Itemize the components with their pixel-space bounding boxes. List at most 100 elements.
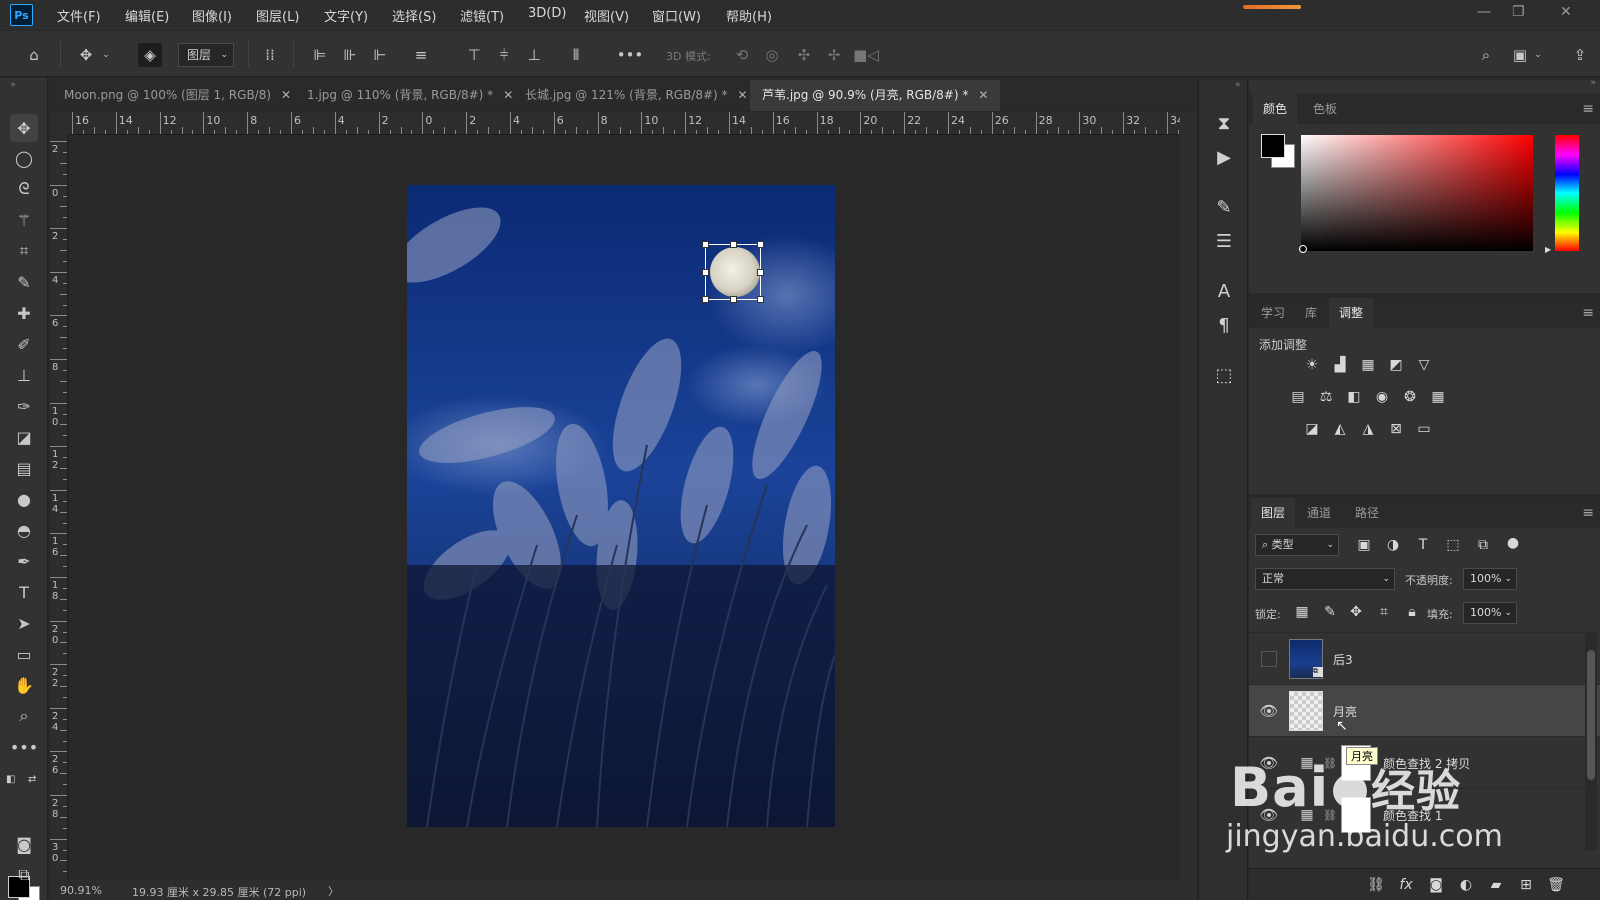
document-image[interactable] <box>387 185 867 828</box>
color-picker-cursor[interactable] <box>1299 245 1307 253</box>
brush-settings-icon[interactable]: ✎ <box>1211 194 1237 220</box>
filter-type-icon[interactable]: T <box>1412 534 1434 556</box>
layer-filter-dropdown[interactable]: ⌕ 类型 ⌄ <box>1255 534 1339 556</box>
transform-bounding-box[interactable] <box>702 241 764 303</box>
tab-learn[interactable]: 学习 <box>1251 298 1295 328</box>
history-icon[interactable]: ⧗ <box>1211 110 1237 136</box>
filter-toggle-icon[interactable]: ● <box>1502 532 1524 554</box>
lock-artboard-icon[interactable]: ⌗ <box>1373 601 1395 623</box>
auto-select-icon[interactable]: ◈ <box>138 43 162 67</box>
pen-tool-icon[interactable]: ✒ <box>10 547 38 575</box>
align-bottom-icon[interactable]: ⊥ <box>522 43 546 67</box>
menu-image[interactable]: 图像(I) <box>192 6 232 25</box>
lasso-tool-icon[interactable]: ᘓ <box>10 175 38 203</box>
posterize-icon[interactable]: ◭ <box>1329 418 1351 440</box>
close-window-icon[interactable]: ✕ <box>1560 4 1572 20</box>
filter-smart-object-icon[interactable]: ⧉ <box>1472 534 1494 556</box>
3d-pan-icon[interactable]: ✣ <box>792 43 816 67</box>
stamp-tool-icon[interactable]: ⊥ <box>10 361 38 389</box>
filter-pixel-icon[interactable]: ▣ <box>1353 534 1375 556</box>
transform-controls-icon[interactable]: ⁞⁞ <box>258 43 282 67</box>
add-mask-icon[interactable]: ◙ <box>1425 874 1447 896</box>
transform-handle[interactable] <box>730 241 737 248</box>
close-tab-icon[interactable]: ✕ <box>978 88 988 102</box>
hue-slider[interactable] <box>1555 135 1579 251</box>
lock-position-icon[interactable]: ✥ <box>1345 601 1367 623</box>
layer-name[interactable]: 后3 <box>1333 651 1353 668</box>
share-icon[interactable]: ⇪ <box>1568 43 1592 67</box>
collapse-icon[interactable]: » <box>1590 78 1596 88</box>
blend-mode-dropdown[interactable]: 正常 ⌄ <box>1255 568 1395 590</box>
crop-tool-icon[interactable]: ⌗ <box>10 237 38 265</box>
transform-handle[interactable] <box>757 269 764 276</box>
search-icon[interactable]: ⌕ <box>1474 43 1498 67</box>
3d-panel-icon[interactable]: ⬚ <box>1211 362 1237 388</box>
chevron-down-icon[interactable]: ⌄ <box>100 43 112 67</box>
dodge-tool-icon[interactable]: ◓ <box>10 516 38 544</box>
distribute-v-icon[interactable]: ⦀ <box>564 43 588 67</box>
hue-slider-thumb[interactable]: ▶ <box>1545 245 1551 254</box>
blur-tool-icon[interactable]: ● <box>10 485 38 513</box>
threshold-icon[interactable]: ◮ <box>1357 418 1379 440</box>
panel-menu-icon[interactable]: ≡ <box>1582 505 1594 521</box>
invert-icon[interactable]: ◪ <box>1301 418 1323 440</box>
close-tab-icon[interactable]: ✕ <box>503 88 513 102</box>
history-brush-tool-icon[interactable]: ✑ <box>10 392 38 420</box>
tab-libraries[interactable]: 库 <box>1295 298 1327 328</box>
vertical-ruler[interactable]: 2 0 2 4 6 8 1 0 1 2 1 4 1 6 1 8 2 0 2 2 2 4 2 6 2 8 3 0 <box>50 135 68 880</box>
character-icon[interactable]: A <box>1211 278 1237 304</box>
delete-layer-icon[interactable]: 🗑︎ <box>1545 874 1567 896</box>
path-selection-tool-icon[interactable]: ➤ <box>10 609 38 637</box>
menu-help[interactable]: 帮助(H) <box>726 6 772 25</box>
transform-handle[interactable] <box>757 241 764 248</box>
more-options-icon[interactable]: ••• <box>617 43 644 67</box>
filter-shape-icon[interactable]: ⬚ <box>1442 534 1464 556</box>
collapse-icon[interactable]: « <box>1235 80 1241 90</box>
layer-row[interactable]: ⧉ 后3 <box>1249 632 1600 684</box>
quick-mask-icon[interactable]: ◙ <box>10 830 38 858</box>
default-colors-icon[interactable]: ◧ <box>6 774 15 785</box>
align-middle-v-icon[interactable]: ⫩ <box>492 43 516 67</box>
actions-play-icon[interactable]: ▶ <box>1211 144 1237 170</box>
move-tool-icon[interactable]: ✥ <box>74 43 98 67</box>
workspace-icon[interactable]: ▣ <box>1508 43 1532 67</box>
tab-moon[interactable]: Moon.png @ 100% (图层 1, RGB/8) ✕ <box>52 80 303 111</box>
status-menu-arrow[interactable]: 〉 <box>328 883 339 899</box>
menu-view[interactable]: 视图(V) <box>584 6 629 25</box>
rectangle-tool-icon[interactable]: ▭ <box>10 640 38 668</box>
align-top-icon[interactable]: ⊤ <box>462 43 486 67</box>
close-tab-icon[interactable]: ✕ <box>738 88 748 102</box>
transform-handle[interactable] <box>702 296 709 303</box>
tab-swatches[interactable]: 色板 <box>1303 94 1347 124</box>
tab-1jpg[interactable]: 1.jpg @ 110% (背景, RGB/8#) * ✕ <box>295 80 525 111</box>
healing-brush-tool-icon[interactable]: ✚ <box>10 299 38 327</box>
transform-handle[interactable] <box>702 241 709 248</box>
menu-select[interactable]: 选择(S) <box>392 6 436 25</box>
align-right-icon[interactable]: ⊩ <box>368 43 392 67</box>
foreground-color-swatch[interactable] <box>1261 134 1285 158</box>
auto-select-target-dropdown[interactable]: 图层 ⌄ <box>178 43 234 67</box>
close-tab-icon[interactable]: ✕ <box>281 88 291 102</box>
tab-changcheng[interactable]: 长城.jpg @ 121% (背景, RGB/8#) * ✕ <box>513 80 760 111</box>
vibrance-icon[interactable]: ▽ <box>1413 354 1435 376</box>
menu-filter[interactable]: 滤镜(T) <box>460 6 504 25</box>
new-adjustment-layer-icon[interactable]: ◐ <box>1455 874 1477 896</box>
new-layer-icon[interactable]: ⊞ <box>1515 874 1537 896</box>
levels-icon[interactable]: ▟ <box>1329 354 1351 376</box>
eyedropper-tool-icon[interactable]: ✎ <box>10 268 38 296</box>
lock-transparent-icon[interactable]: ▦ <box>1291 601 1313 623</box>
magic-wand-tool-icon[interactable]: ⚚ <box>10 206 38 234</box>
color-lookup-icon[interactable]: ▦ <box>1427 386 1449 408</box>
transform-handle[interactable] <box>730 296 737 303</box>
black-white-icon[interactable]: ◧ <box>1343 386 1365 408</box>
exposure-icon[interactable]: ◩ <box>1385 354 1407 376</box>
hand-tool-icon[interactable]: ✋ <box>10 671 38 699</box>
ruler-origin[interactable] <box>50 112 68 135</box>
tab-channels[interactable]: 通道 <box>1297 498 1341 528</box>
selective-color-icon[interactable]: ⊠ <box>1385 418 1407 440</box>
fx-icon[interactable]: fx <box>1395 874 1417 896</box>
gradient-tool-icon[interactable]: ▤ <box>10 454 38 482</box>
3d-roll-icon[interactable]: ◎ <box>760 43 784 67</box>
3d-slide-icon[interactable]: ✢ <box>822 43 846 67</box>
layer-row[interactable]: 👁︎ 月亮 <box>1249 684 1600 736</box>
